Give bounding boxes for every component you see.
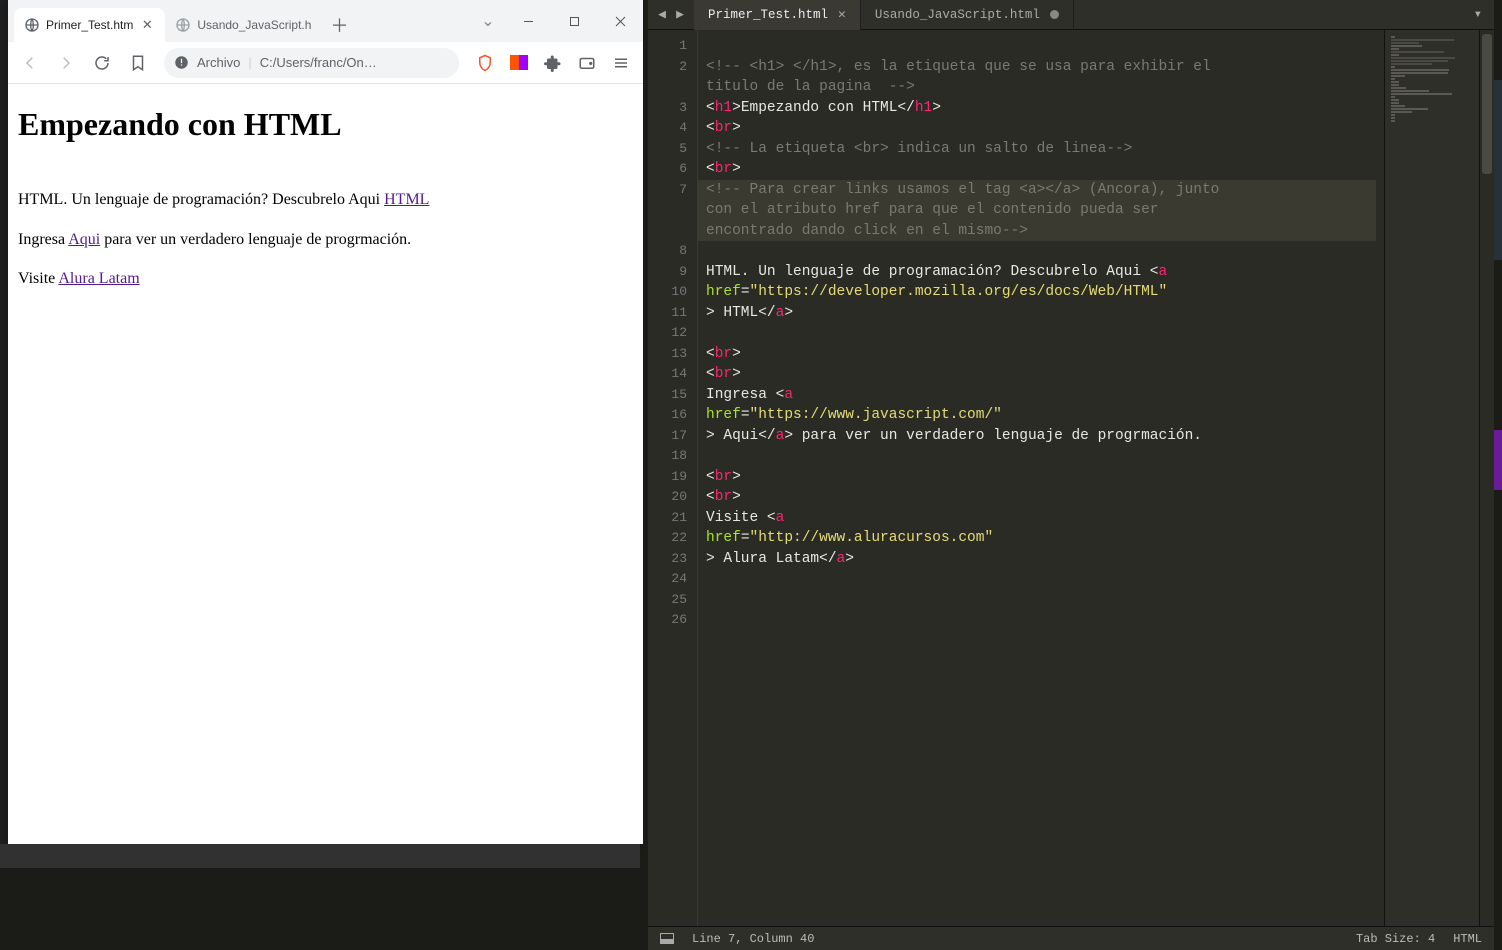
code-line[interactable]: [706, 569, 1376, 590]
code-line[interactable]: <br>: [706, 467, 1376, 488]
editor-statusbar: Line 7, Column 40 Tab Size: 4 HTML: [648, 926, 1494, 950]
page-heading: Empezando con HTML: [18, 106, 633, 143]
code-line[interactable]: [706, 241, 1376, 262]
address-url: C:/Users/franc/On…: [260, 55, 377, 70]
browser-toolbar: Archivo | C:/Users/franc/On…: [8, 42, 643, 84]
code-line[interactable]: encontrado dando click en el mismo-->: [698, 221, 1376, 242]
para2-post: para ver un verdadero lenguaje de progrm…: [100, 231, 411, 248]
code-line[interactable]: <br>: [706, 487, 1376, 508]
browser-tab-0[interactable]: Primer_Test.htm ✕: [14, 8, 165, 42]
code-line[interactable]: Ingresa <a: [706, 385, 1376, 406]
left-sliver: [0, 0, 8, 950]
globe-icon: [175, 17, 191, 33]
browser-viewport: Empezando con HTML HTML. Un lenguaje de …: [8, 84, 643, 844]
back-button[interactable]: [14, 47, 46, 79]
brave-shields-icon[interactable]: [469, 47, 501, 79]
address-bar[interactable]: Archivo | C:/Users/franc/On…: [164, 48, 459, 78]
code-line[interactable]: [706, 590, 1376, 611]
close-icon[interactable]: ✕: [139, 17, 155, 33]
code-line[interactable]: [706, 36, 1376, 57]
code-line[interactable]: Visite <a: [706, 508, 1376, 529]
para1-text: HTML. Un lenguaje de programación? Descu…: [18, 191, 384, 208]
close-window-button[interactable]: [597, 0, 643, 42]
para3-pre: Visite: [18, 270, 58, 287]
minimize-button[interactable]: [505, 0, 551, 42]
file-scheme-icon: [174, 55, 189, 70]
editor-tab-title: Usando_JavaScript.html: [875, 8, 1040, 22]
editor-menu-button[interactable]: ▾: [1462, 6, 1494, 23]
dirty-indicator-icon: [1050, 10, 1059, 19]
page-paragraph-2: Ingresa Aqui para ver un verdadero lengu…: [18, 229, 633, 251]
right-sliver: [1494, 0, 1502, 950]
reload-button[interactable]: [86, 47, 118, 79]
editor-body: 1234567891011121314151617181920212223242…: [648, 30, 1494, 926]
extensions-icon[interactable]: [537, 47, 569, 79]
panel-icon[interactable]: [660, 933, 674, 944]
wallet-icon[interactable]: [571, 47, 603, 79]
code-line[interactable]: <!-- <h1> </h1>, es la etiqueta que se u…: [706, 57, 1376, 78]
code-line[interactable]: <h1>Empezando con HTML</h1>: [706, 98, 1376, 119]
code-line[interactable]: href="https://www.javascript.com/": [706, 405, 1376, 426]
menu-button[interactable]: [605, 47, 637, 79]
page-paragraph-3: Visite Alura Latam: [18, 268, 633, 290]
bookmark-button[interactable]: [122, 47, 154, 79]
code-line[interactable]: [706, 323, 1376, 344]
nav-fwd-icon[interactable]: ▶: [672, 7, 688, 22]
editor-code-area[interactable]: <!-- <h1> </h1>, es la etiqueta que se u…: [698, 30, 1384, 926]
code-line[interactable]: <br>: [706, 159, 1376, 180]
code-line[interactable]: <br>: [706, 118, 1376, 139]
code-line[interactable]: con el atributo href para que el conteni…: [698, 200, 1376, 221]
browser-tab-title: Usando_JavaScript.h: [197, 18, 311, 32]
globe-icon: [24, 17, 40, 33]
root: Primer_Test.htm ✕ Usando_JavaScript.h ＋ …: [0, 0, 1502, 950]
link-aqui[interactable]: Aqui: [68, 231, 100, 248]
chevron-down-icon[interactable]: ⌄: [471, 0, 505, 42]
editor-tab-title: Primer_Test.html: [708, 8, 828, 22]
editor-nav-arrows: ◀ ▶: [648, 7, 694, 22]
code-line[interactable]: <br>: [706, 364, 1376, 385]
below-browser-area: [0, 844, 640, 950]
close-icon[interactable]: ✕: [838, 7, 846, 22]
maximize-button[interactable]: [551, 0, 597, 42]
browser-tabstrip: Primer_Test.htm ✕ Usando_JavaScript.h ＋ …: [8, 0, 643, 42]
code-line[interactable]: href="https://developer.mozilla.org/es/d…: [706, 282, 1376, 303]
code-line[interactable]: [706, 610, 1376, 631]
code-line[interactable]: href="http://www.aluracursos.com": [706, 528, 1376, 549]
editor-scrollbar[interactable]: [1479, 30, 1494, 926]
code-line[interactable]: [706, 446, 1376, 467]
code-line[interactable]: > Aqui</a> para ver un verdadero lenguaj…: [706, 426, 1376, 447]
editor-minimap[interactable]: [1384, 30, 1479, 926]
editor-window: ◀ ▶ Primer_Test.html ✕ Usando_JavaScript…: [648, 0, 1494, 950]
brave-rewards-icon[interactable]: [503, 47, 535, 79]
forward-button[interactable]: [50, 47, 82, 79]
status-cursor[interactable]: Line 7, Column 40: [692, 932, 814, 946]
nav-back-icon[interactable]: ◀: [654, 7, 670, 22]
code-line[interactable]: > HTML</a>: [706, 303, 1376, 324]
browser-right-icons: [469, 47, 637, 79]
editor-gutter: 1234567891011121314151617181920212223242…: [648, 30, 698, 926]
address-separator: |: [248, 55, 251, 70]
code-line[interactable]: titulo de la pagina -->: [706, 77, 1376, 98]
window-controls: ⌄: [471, 0, 643, 42]
code-line[interactable]: <br>: [706, 344, 1376, 365]
status-tabsize[interactable]: Tab Size: 4: [1356, 932, 1435, 946]
browser-tab-1[interactable]: Usando_JavaScript.h: [165, 8, 321, 42]
new-tab-button[interactable]: ＋: [325, 11, 353, 39]
code-line[interactable]: > Alura Latam</a>: [706, 549, 1376, 570]
address-scheme-label: Archivo: [197, 55, 240, 70]
link-alura[interactable]: Alura Latam: [58, 270, 139, 287]
code-line[interactable]: <!-- La etiqueta <br> indica un salto de…: [706, 139, 1376, 160]
editor-tab-1[interactable]: Usando_JavaScript.html: [861, 0, 1074, 30]
code-line[interactable]: <!-- Para crear links usamos el tag <a><…: [698, 180, 1376, 201]
para2-pre: Ingresa: [18, 231, 68, 248]
page-paragraph-1: HTML. Un lenguaje de programación? Descu…: [18, 189, 633, 211]
code-line[interactable]: HTML. Un lenguaje de programación? Descu…: [706, 262, 1376, 283]
editor-tab-0[interactable]: Primer_Test.html ✕: [694, 0, 861, 30]
browser-window: Primer_Test.htm ✕ Usando_JavaScript.h ＋ …: [8, 0, 643, 844]
browser-tab-title: Primer_Test.htm: [46, 18, 133, 32]
link-html[interactable]: HTML: [384, 191, 429, 208]
status-syntax[interactable]: HTML: [1453, 932, 1482, 946]
scrollbar-thumb[interactable]: [1482, 34, 1492, 174]
editor-tabbar: ◀ ▶ Primer_Test.html ✕ Usando_JavaScript…: [648, 0, 1494, 30]
